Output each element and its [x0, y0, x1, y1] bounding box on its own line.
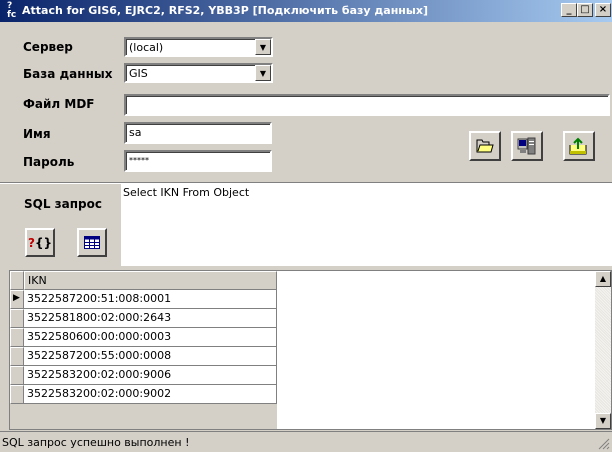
- database-server-icon: [517, 137, 536, 155]
- open-folder-button[interactable]: [469, 131, 501, 161]
- table-row[interactable]: 3522581800:02:000:2643: [24, 309, 277, 328]
- table-row[interactable]: 3522583200:02:000:9002: [24, 385, 277, 404]
- database-label: База данных: [23, 67, 113, 81]
- sql-query-editor[interactable]: Select IKN From Object: [121, 184, 612, 266]
- table-row[interactable]: 3522587200:55:000:0008: [24, 347, 277, 366]
- server-value: (local): [129, 41, 164, 54]
- close-button[interactable]: ×: [595, 3, 611, 17]
- password-label: Пароль: [23, 155, 75, 169]
- scroll-up-button[interactable]: ▲: [595, 271, 611, 287]
- password-value: *****: [129, 156, 149, 165]
- chevron-down-icon: ▼: [259, 69, 267, 78]
- mdf-label: Файл MDF: [23, 97, 95, 111]
- server-combobox[interactable]: (local) ▼: [124, 37, 273, 57]
- row-indicator: [10, 309, 24, 328]
- row-indicator: [10, 385, 24, 404]
- row-indicator: ▶: [10, 290, 24, 309]
- arrow-down-icon: ▼: [599, 416, 607, 425]
- mdf-file-input[interactable]: [124, 94, 610, 116]
- app-icon: ?fc: [7, 1, 17, 20]
- run-query-button[interactable]: ?{}: [25, 228, 55, 257]
- name-value: sa: [129, 126, 142, 139]
- export-button[interactable]: [563, 131, 595, 161]
- server-label: Сервер: [23, 40, 73, 54]
- results-grid[interactable]: IKN ▶ 3522587200:51:008:0001 3522581800:…: [9, 270, 612, 430]
- vertical-scrollbar[interactable]: ▲ ▼: [595, 271, 611, 429]
- column-header-ikn[interactable]: IKN: [24, 271, 277, 290]
- row-indicator: [10, 366, 24, 385]
- maximize-button[interactable]: □: [577, 3, 593, 17]
- show-grid-button[interactable]: [77, 228, 107, 257]
- server-dropdown-button[interactable]: ▼: [255, 39, 271, 55]
- chevron-down-icon: ▼: [259, 43, 267, 52]
- password-input[interactable]: *****: [124, 150, 272, 172]
- table-row[interactable]: 3522580600:00:000:0003: [24, 328, 277, 347]
- current-row-icon: ▶: [13, 293, 20, 303]
- query-icon: ?{}: [27, 235, 53, 250]
- scroll-down-button[interactable]: ▼: [595, 413, 611, 429]
- table-row[interactable]: 3522587200:51:008:0001: [24, 290, 277, 309]
- grid-corner: [10, 271, 24, 290]
- minimize-button[interactable]: _: [561, 3, 577, 17]
- table-row[interactable]: 3522583200:02:000:9006: [24, 366, 277, 385]
- connect-button[interactable]: [511, 131, 543, 161]
- folder-open-icon: [476, 139, 494, 153]
- database-dropdown-button[interactable]: ▼: [255, 65, 271, 81]
- grid-empty-area: [277, 271, 596, 429]
- database-value: GIS: [129, 67, 148, 80]
- row-indicator: [10, 328, 24, 347]
- name-label: Имя: [23, 127, 51, 141]
- status-text: SQL запрос успешно выполнен !: [2, 436, 190, 449]
- name-input[interactable]: sa: [124, 122, 272, 144]
- status-bar: SQL запрос успешно выполнен !: [0, 431, 612, 452]
- table-icon: [84, 236, 100, 249]
- database-combobox[interactable]: GIS ▼: [124, 63, 273, 83]
- export-icon: [569, 137, 587, 155]
- resize-grip-icon[interactable]: [598, 438, 610, 450]
- sql-label: SQL запрос: [24, 197, 102, 211]
- title-bar: ?fc Attach for GIS6, EJRC2, RFS2, YBB3P …: [0, 0, 612, 22]
- arrow-up-icon: ▲: [599, 274, 607, 283]
- sql-query-text: Select IKN From Object: [123, 186, 250, 199]
- window-title: Attach for GIS6, EJRC2, RFS2, YBB3P [Под…: [22, 4, 428, 17]
- row-indicator: [10, 347, 24, 366]
